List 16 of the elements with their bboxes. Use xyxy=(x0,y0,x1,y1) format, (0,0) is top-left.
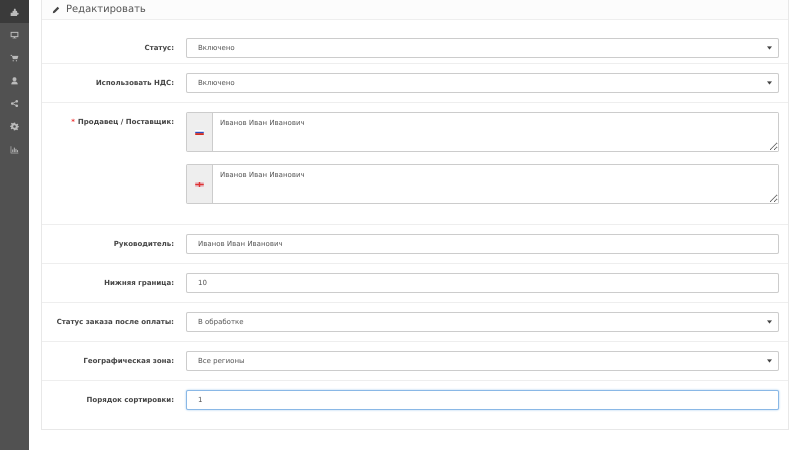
settings-icon xyxy=(10,122,19,131)
pencil-icon xyxy=(52,6,60,14)
flag-icon xyxy=(195,130,204,134)
caret-icon xyxy=(767,359,772,363)
monitor-icon xyxy=(10,30,19,39)
bar-chart-icon xyxy=(10,145,19,154)
panel-title: Редактировать xyxy=(66,4,146,15)
cart-icon xyxy=(10,53,19,62)
flag-icon xyxy=(195,182,204,186)
caret-icon xyxy=(767,46,772,50)
caret-icon xyxy=(767,81,772,85)
caret-icon xyxy=(767,320,772,324)
puzzle-icon xyxy=(10,7,19,16)
user-icon xyxy=(10,76,19,85)
sidebar-item[interactable] xyxy=(0,0,29,23)
share-icon xyxy=(10,99,19,108)
